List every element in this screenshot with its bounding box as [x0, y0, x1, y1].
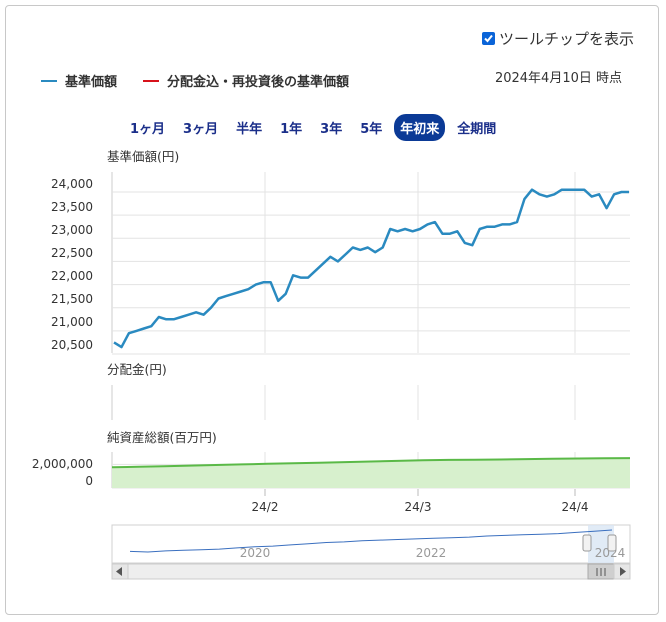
nav-y-tick: 21,500: [51, 292, 93, 306]
aum-axis-title: 純資産総額(百万円): [107, 430, 217, 445]
distribution-grid: [111, 385, 576, 420]
nav-y-ticks: 24,000 23,500 23,000 22,500 22,000 21,50…: [51, 177, 93, 352]
nav-y-tick: 23,000: [51, 223, 93, 237]
navigator-frame: [111, 524, 631, 564]
navigator[interactable]: 2020 2022 2024: [111, 524, 631, 564]
nav-y-tick: 22,000: [51, 269, 93, 283]
aum-y-tick: 0: [85, 474, 93, 488]
time-x-ticks: 24/2 24/3 24/4: [252, 489, 589, 514]
chart-svg: 基準価額(円) 24,000 23,500 23,000 22,500 22,0…: [32, 149, 631, 580]
nav-axis-title: 基準価額(円): [107, 149, 179, 164]
nav-y-tick: 20,500: [51, 338, 93, 352]
nav-y-tick: 24,000: [51, 177, 93, 191]
x-tick-label: 24/4: [562, 500, 589, 514]
navigator-x-tick: 2020: [240, 546, 271, 560]
scrollbar[interactable]: [111, 563, 631, 580]
navigator-left-handle[interactable]: [582, 534, 592, 552]
distribution-axis-title: 分配金(円): [107, 362, 167, 377]
navigator-x-tick: 2022: [416, 546, 447, 560]
scrollbar-track[interactable]: [111, 563, 631, 580]
navigator-right-handle[interactable]: [607, 534, 617, 552]
aum-series-area[interactable]: [112, 458, 630, 488]
nav-grid: [111, 172, 630, 355]
nav-series-line[interactable]: [113, 188, 629, 349]
aum-y-tick: 2,000,000: [32, 457, 93, 471]
x-tick-label: 24/3: [405, 500, 432, 514]
nav-y-tick: 21,000: [51, 315, 93, 329]
x-tick-label: 24/2: [252, 500, 279, 514]
nav-y-tick: 23,500: [51, 200, 93, 214]
nav-y-tick: 22,500: [51, 246, 93, 260]
